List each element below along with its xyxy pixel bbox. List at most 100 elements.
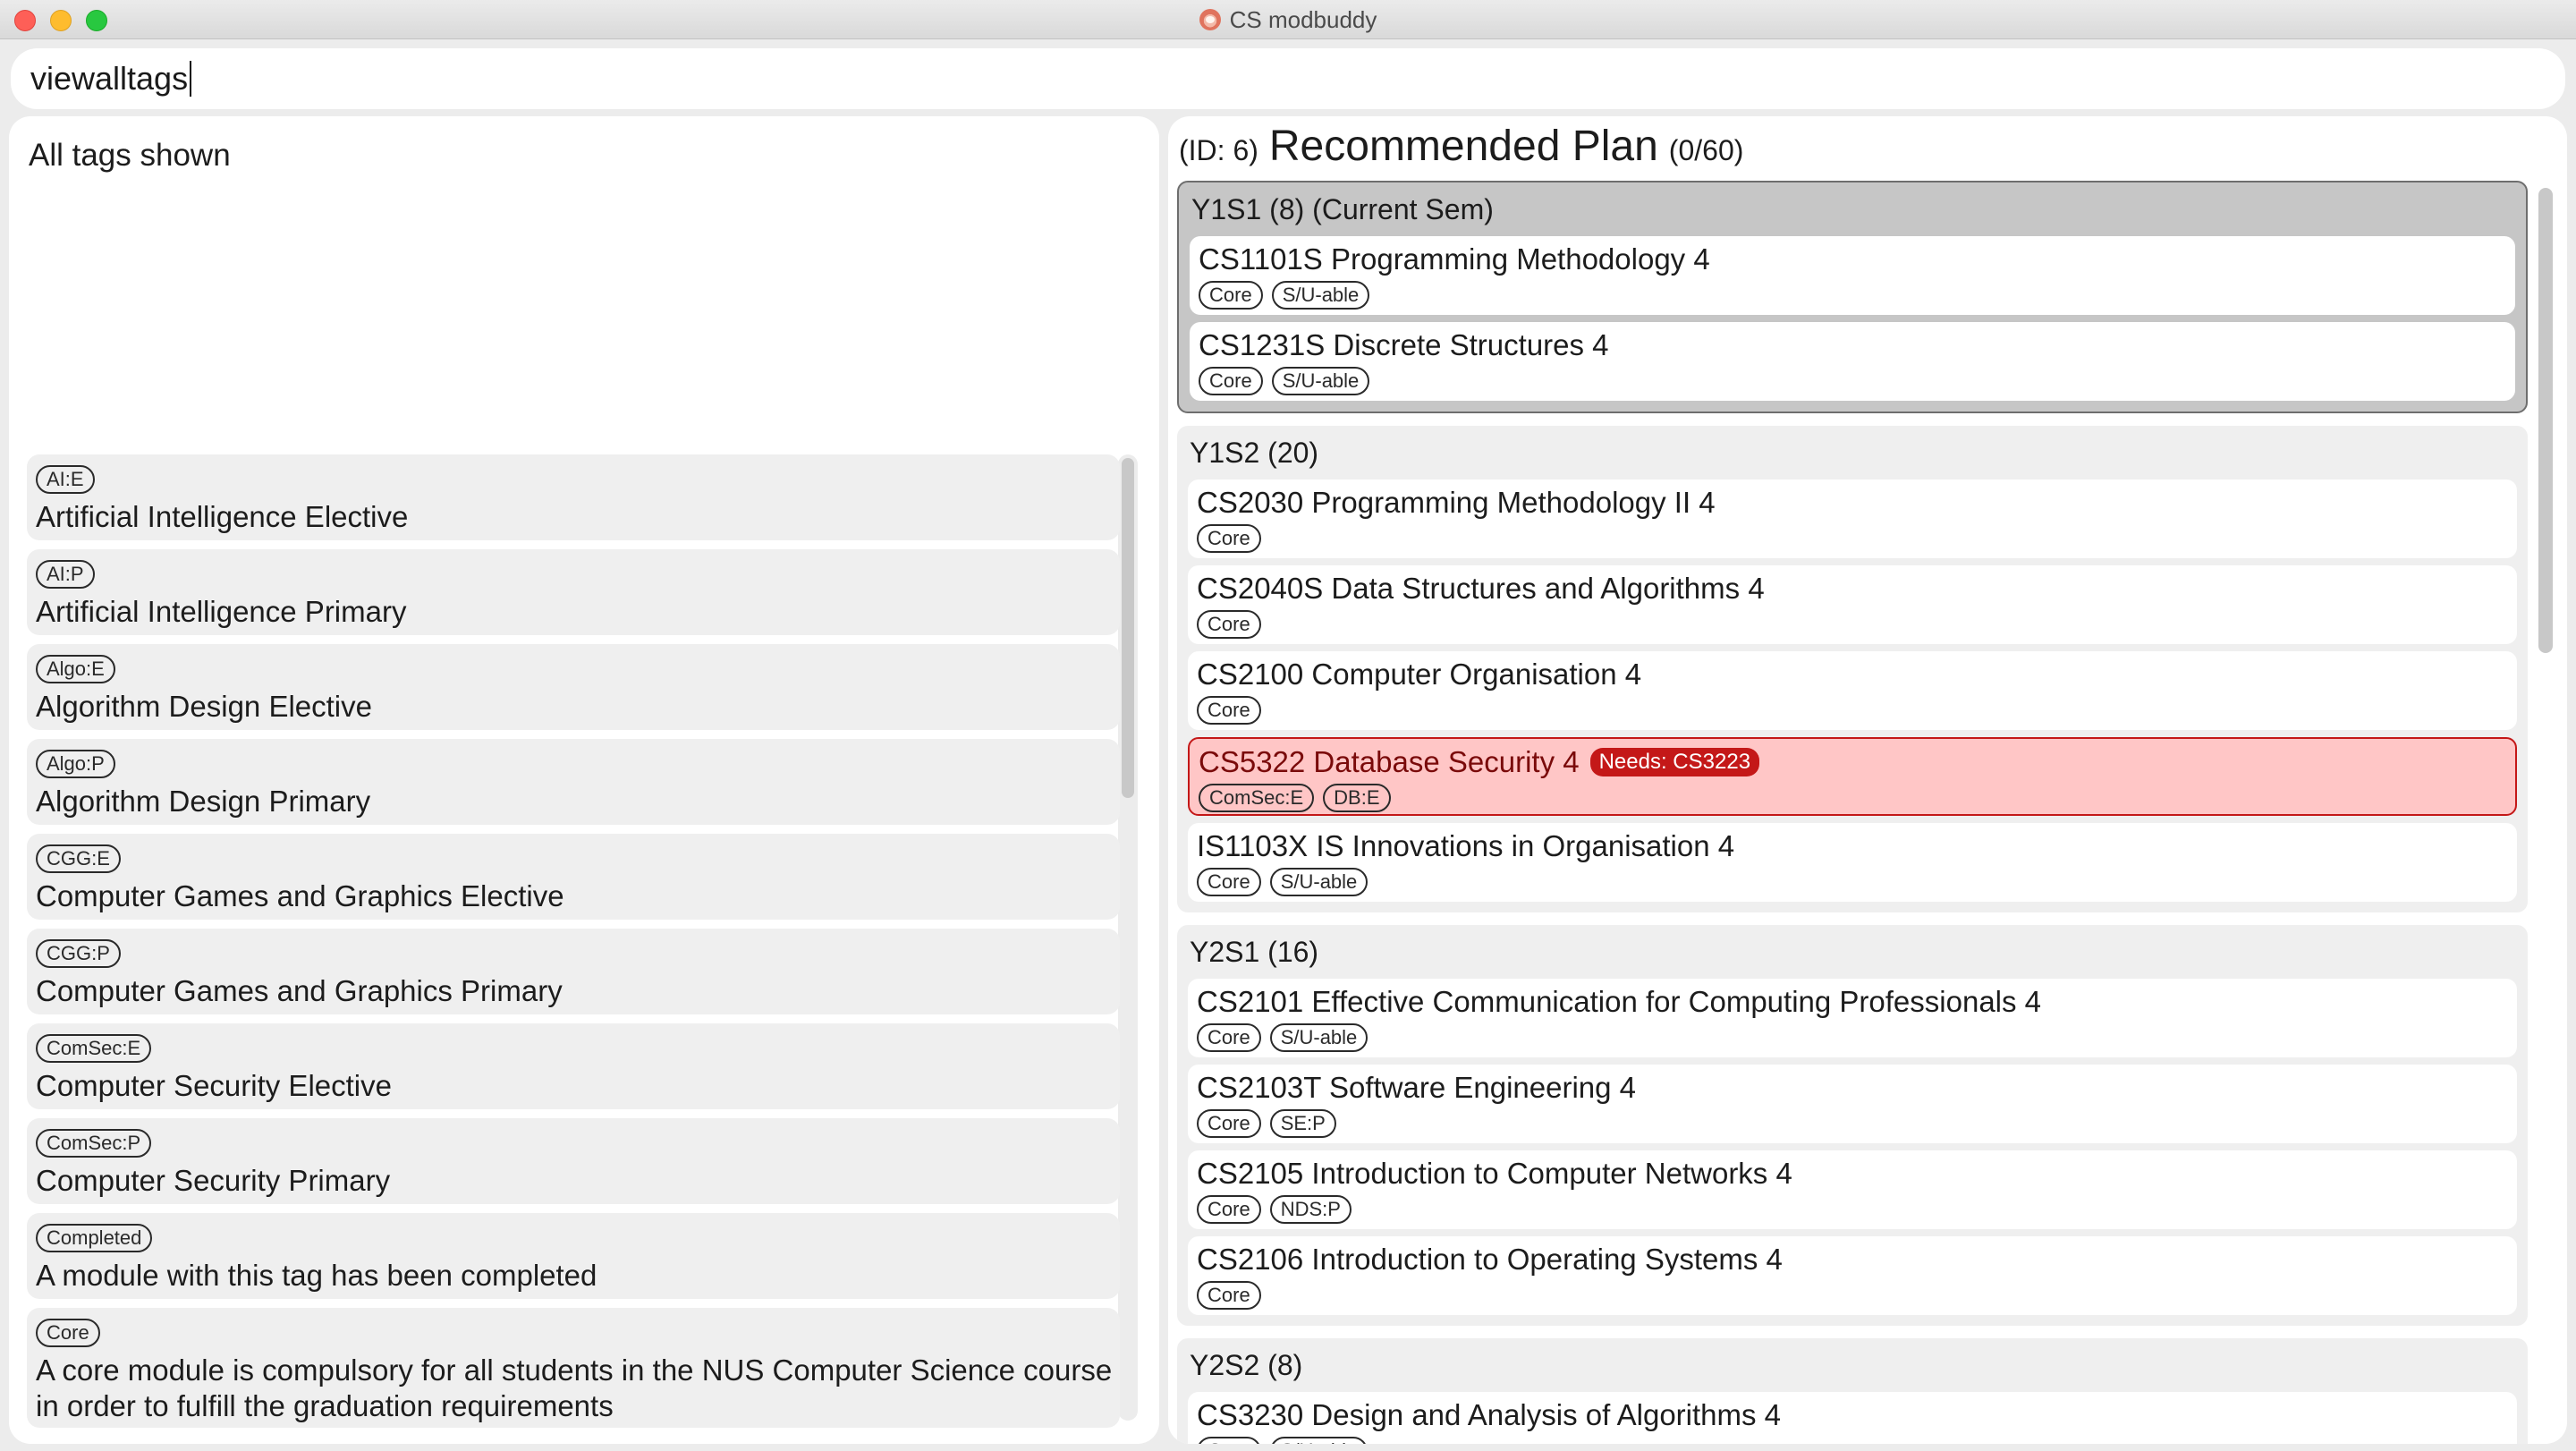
module-tag-pill: Core [1199, 281, 1263, 310]
module-title: CS2106 Introduction to Operating Systems… [1197, 1243, 1783, 1276]
tag-description: Artificial Intelligence Elective [36, 500, 409, 533]
plan-name: Recommended Plan [1268, 123, 1658, 170]
tag-list-item[interactable]: Algo:E Algorithm Design Elective [27, 644, 1120, 730]
module-title-row: CS1101S Programming Methodology 4 [1199, 242, 2506, 277]
tag-list-item[interactable]: ComSec:P Computer Security Primary [27, 1118, 1120, 1204]
window-title-group: CS modbuddy [0, 0, 2576, 39]
tag-description: Computer Security Elective [36, 1069, 392, 1102]
tag-code-pill: Completed [36, 1224, 153, 1252]
tag-list-item[interactable]: AI:P Artificial Intelligence Primary [27, 549, 1120, 635]
module-card[interactable]: CS2103T Software Engineering 4 Core SE:P [1188, 1065, 2517, 1143]
tag-code-pill: ComSec:E [36, 1034, 152, 1063]
tag-list-item[interactable]: Core A core module is compulsory for all … [27, 1308, 1120, 1428]
tag-code-pill: AI:P [36, 560, 95, 589]
module-tags: Core S/U-able [1197, 1023, 2508, 1052]
command-input-value: viewalltags [30, 60, 189, 97]
tag-description: A module with this tag has been complete… [36, 1259, 597, 1292]
module-card[interactable]: IS1103X IS Innovations in Organisation 4… [1188, 823, 2517, 902]
module-card[interactable]: CS2105 Introduction to Computer Networks… [1188, 1150, 2517, 1229]
module-title-row: CS1231S Discrete Structures 4 [1199, 327, 2506, 363]
module-card[interactable]: CS2040S Data Structures and Algorithms 4… [1188, 565, 2517, 644]
semester-title: Y2S2 (8) [1190, 1349, 1303, 1381]
module-tag-pill: NDS:P [1269, 1195, 1352, 1224]
module-tags: Core S/U-able [1197, 868, 2508, 896]
module-tag-pill: S/U-able [1269, 868, 1368, 896]
tag-code-pill: CGG:P [36, 939, 121, 968]
tag-description: A core module is compulsory for all stud… [36, 1353, 1113, 1422]
module-title-row: CS2100 Computer Organisation 4 [1197, 657, 2508, 692]
module-tag-pill: Core [1197, 1281, 1261, 1310]
module-card[interactable]: CS2106 Introduction to Operating Systems… [1188, 1236, 2517, 1315]
tag-description: Computer Games and Graphics Elective [36, 879, 564, 912]
module-title-row: CS2103T Software Engineering 4 [1197, 1070, 2508, 1106]
text-caret [190, 61, 192, 97]
tag-list-item[interactable]: ComSec:E Computer Security Elective [27, 1023, 1120, 1109]
module-tags: Core S/U-able [1199, 367, 2506, 395]
semester-card: Y1S2 (20) CS2030 Programming Methodology … [1177, 426, 2528, 912]
plan-id: (ID: 6) [1179, 134, 1258, 166]
module-title-row: CS3230 Design and Analysis of Algorithms… [1197, 1397, 2508, 1433]
module-card[interactable]: CS2101 Effective Communication for Compu… [1188, 979, 2517, 1057]
tag-code-pill: Core [36, 1319, 100, 1347]
module-card[interactable]: CS1101S Programming Methodology 4 Core S/U… [1190, 236, 2515, 315]
module-title: CS2101 Effective Communication for Compu… [1197, 985, 2042, 1018]
plan-header: (ID: 6) Recommended Plan (0/60) [1179, 122, 1743, 184]
module-tag-pill: S/U-able [1271, 367, 1370, 395]
module-tags: Core [1197, 610, 2508, 639]
tag-description: Algorithm Design Elective [36, 690, 372, 723]
module-title-row: IS1103X IS Innovations in Organisation 4 [1197, 828, 2508, 864]
tag-code-pill: CGG:E [36, 844, 121, 873]
window-title: CS modbuddy [1229, 5, 1377, 33]
module-tag-pill: Core [1197, 1109, 1261, 1138]
current-semester-card: Y1S1 (8) (Current Sem) CS1101S Programmin… [1177, 181, 2528, 413]
module-tag-pill: Core [1197, 524, 1261, 553]
tag-list-scrollbar-thumb[interactable] [1122, 458, 1134, 798]
module-title-row: CS5322 Database Security 4 Needs: CS3223 [1199, 744, 2506, 780]
module-title: CS1101S Programming Methodology 4 [1199, 242, 1710, 276]
module-tag-pill: S/U-able [1269, 1023, 1368, 1052]
module-tags: Core S/U-able [1197, 1437, 2508, 1444]
tag-list-item[interactable]: AI:E Artificial Intelligence Elective [27, 454, 1120, 540]
command-input[interactable]: viewalltags [11, 48, 2565, 109]
module-title-row: CS2040S Data Structures and Algorithms 4 [1197, 571, 2508, 607]
tag-description: Computer Security Primary [36, 1164, 391, 1197]
module-card[interactable]: CS2100 Computer Organisation 4 Core [1188, 651, 2517, 730]
tag-description: Artificial Intelligence Primary [36, 595, 407, 628]
module-title: CS5322 Database Security 4 [1199, 745, 1580, 778]
plan-scrollbar-thumb[interactable] [2538, 188, 2553, 653]
tag-description: Algorithm Design Primary [36, 785, 371, 818]
tag-code-pill: AI:E [36, 465, 95, 494]
semester-title: Y1S1 (8) (Current Sem) [1191, 193, 1494, 225]
module-tags: Core NDS:P [1197, 1195, 2508, 1224]
tag-list-item[interactable]: CGG:P Computer Games and Graphics Primary [27, 929, 1120, 1014]
module-tag-pill: SE:P [1269, 1109, 1336, 1138]
module-tag-pill: Core [1197, 696, 1261, 725]
plan-mc-count: (0/60) [1668, 134, 1744, 166]
tag-list-item[interactable]: CGG:E Computer Games and Graphics Electiv… [27, 834, 1120, 920]
module-tags: Core [1197, 524, 2508, 553]
semester-card: Y2S1 (16) CS2101 Effective Communication … [1177, 925, 2528, 1326]
module-tags: ComSec:E DB:E [1199, 784, 2506, 812]
module-tags: Core SE:P [1197, 1109, 2508, 1138]
module-tag-pill: Core [1199, 367, 1263, 395]
module-title: CS2105 Introduction to Computer Networks… [1197, 1157, 1792, 1190]
tag-list-item[interactable]: Completed A module with this tag has been… [27, 1213, 1120, 1299]
module-title: CS2040S Data Structures and Algorithms 4 [1197, 572, 1765, 605]
module-tag-pill: Core [1197, 1195, 1261, 1224]
semester-title: Y2S1 (16) [1190, 936, 1319, 968]
module-card[interactable]: CS2030 Programming Methodology II 4 Core [1188, 479, 2517, 558]
module-tags: Core [1197, 696, 2508, 725]
module-tag-pill: Core [1197, 610, 1261, 639]
module-tag-pill: Core [1197, 1437, 1261, 1444]
module-card[interactable]: CS1231S Discrete Structures 4 Core S/U-abl… [1190, 322, 2515, 401]
module-title: CS2030 Programming Methodology II 4 [1197, 486, 1716, 519]
module-tag-pill: S/U-able [1271, 281, 1370, 310]
module-card-warning[interactable]: CS5322 Database Security 4 Needs: CS3223 C… [1188, 737, 2517, 816]
tag-list-item[interactable]: Algo:P Algorithm Design Primary [27, 739, 1120, 825]
module-title-row: CS2105 Introduction to Computer Networks… [1197, 1156, 2508, 1192]
result-message: All tags shown [29, 138, 231, 173]
module-title-row: CS2106 Introduction to Operating Systems… [1197, 1242, 2508, 1277]
module-title-row: CS2030 Programming Methodology II 4 [1197, 485, 2508, 521]
tag-description: Computer Games and Graphics Primary [36, 974, 563, 1007]
module-card[interactable]: CS3230 Design and Analysis of Algorithms… [1188, 1392, 2517, 1444]
